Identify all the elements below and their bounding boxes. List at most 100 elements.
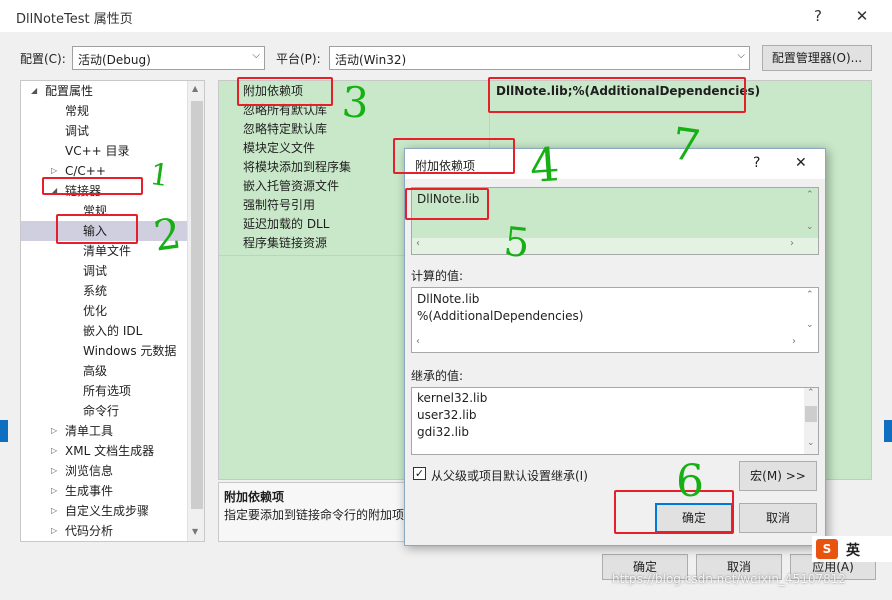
sogou-logo-icon: S: [816, 539, 838, 559]
checkmark-icon: ✓: [414, 467, 425, 480]
ime-indicator[interactable]: S 英: [812, 536, 892, 562]
scroll-down-icon[interactable]: ⌄: [807, 438, 815, 448]
chevron-down-icon: ⌵: [252, 50, 260, 61]
annotation-number: 4: [528, 137, 562, 193]
macro-button[interactable]: 宏(M) >>: [739, 461, 817, 491]
expand-arrow-icon[interactable]: ▷: [51, 441, 57, 461]
tree-scroll-thumb[interactable]: [191, 101, 203, 509]
scroll-right-icon[interactable]: ›: [792, 336, 796, 347]
tree-item[interactable]: 调试: [83, 261, 107, 281]
scroll-left-icon[interactable]: ‹: [416, 238, 420, 249]
dialog-close-button[interactable]: ✕: [795, 155, 807, 171]
collapse-arrow-icon[interactable]: ◢: [31, 81, 37, 101]
annotation-number: 6: [676, 456, 704, 507]
inherited-scroll-thumb[interactable]: [805, 406, 817, 422]
tree-item[interactable]: ▷ XML 文档生成器: [51, 441, 155, 461]
scroll-left-icon[interactable]: ‹: [416, 336, 420, 347]
inherit-checkbox-label[interactable]: 从父级或项目默认设置继承(I): [431, 467, 588, 484]
watermark-text: https://blog.csdn.net/weixin_45107812: [612, 572, 847, 586]
tree-item-label: 清单工具: [65, 424, 114, 438]
expand-arrow-icon[interactable]: ▷: [51, 481, 57, 501]
annotation-number: 3: [340, 77, 371, 128]
grid-row-name: 忽略特定默认库: [243, 122, 328, 136]
edit-hscrollbar[interactable]: ‹ ›: [412, 238, 818, 254]
background-window-strip: [884, 420, 892, 442]
text-line: gdi32.lib: [417, 425, 469, 439]
description-title: 附加依赖项: [224, 490, 285, 504]
grid-row-name: 程序集链接资源: [243, 236, 328, 250]
tree-item[interactable]: 所有选项: [83, 381, 131, 401]
config-value: 活动(Debug): [78, 53, 151, 67]
tree-item[interactable]: VC++ 目录: [65, 141, 130, 161]
chevron-down-icon: ⌵: [737, 50, 745, 61]
tree-item[interactable]: Windows 元数据: [83, 341, 176, 361]
help-button[interactable]: ?: [798, 2, 838, 30]
tree-item-label: 嵌入的 IDL: [83, 324, 143, 338]
tree-item[interactable]: 系统: [83, 281, 107, 301]
tree-item-label: 常规: [65, 104, 90, 118]
tree-item-label: 命令行: [83, 404, 120, 418]
text-line: DllNote.lib: [417, 292, 480, 306]
tree-item-label: 浏览信息: [65, 464, 114, 478]
close-button[interactable]: ✕: [842, 2, 882, 30]
tree-item[interactable]: ◢ 配置属性: [31, 81, 93, 101]
description-text: 指定要添加到链接命令行的附加项,: [224, 508, 408, 522]
platform-combo[interactable]: 活动(Win32) ⌵: [329, 46, 750, 70]
expand-arrow-icon[interactable]: ▷: [51, 521, 57, 541]
tree-item-label: 清单文件: [83, 244, 132, 258]
tree-item[interactable]: ▷ 生成事件: [51, 481, 114, 501]
text-line: %(AdditionalDependencies): [417, 309, 584, 323]
highlight-box-linker: [42, 177, 143, 195]
grid-row-name: 嵌入托管资源文件: [243, 179, 340, 193]
grid-row-name: 模块定义文件: [243, 141, 316, 155]
tree-item[interactable]: ▷ 浏览信息: [51, 461, 114, 481]
tree-item[interactable]: 嵌入的 IDL: [83, 321, 142, 341]
tree-item[interactable]: 命令行: [83, 401, 119, 421]
annotation-number: 5: [501, 218, 532, 268]
expand-arrow-icon[interactable]: ▷: [51, 461, 57, 481]
platform-label: 平台(P):: [276, 52, 321, 66]
tree-item[interactable]: 调试: [65, 121, 89, 141]
tree-item[interactable]: 常规: [65, 101, 89, 121]
grid-row-name: 延迟加载的 DLL: [243, 217, 330, 231]
scroll-up-icon[interactable]: ⌃: [807, 388, 815, 398]
tree-item-label: 所有选项: [83, 384, 132, 398]
tree-item-label: 调试: [83, 264, 108, 278]
scroll-right-icon[interactable]: ›: [790, 238, 794, 249]
tree-item-label: 生成事件: [65, 484, 114, 498]
tree-item[interactable]: ▷ 自定义生成步骤: [51, 501, 149, 521]
config-manager-button[interactable]: 配置管理器(O)...: [762, 45, 872, 71]
config-combo[interactable]: 活动(Debug) ⌵: [72, 46, 265, 70]
window-title: DllNoteTest 属性页: [16, 12, 133, 27]
tree-item-label: XML 文档生成器: [65, 444, 155, 458]
expand-arrow-icon[interactable]: ▷: [51, 501, 57, 521]
grid-row-name: 强制符号引用: [243, 198, 316, 212]
dialog-help-button[interactable]: ?: [753, 155, 760, 171]
expand-arrow-icon[interactable]: ▷: [51, 421, 57, 441]
tree-item[interactable]: 优化: [83, 301, 107, 321]
tree-item[interactable]: ▷ 清单工具: [51, 421, 114, 441]
scroll-up-icon[interactable]: ▲: [192, 84, 198, 93]
tree-scrollbar[interactable]: ▲ ▼: [187, 81, 204, 541]
tree-item[interactable]: 清单文件: [83, 241, 131, 261]
property-tree: ◢ 配置属性 常规 调试 VC++ 目录 ▷ C/C++ ◢ 链接器 常规 输入 清单文件 调试 系统 优化…: [20, 80, 205, 542]
scroll-down-icon[interactable]: ⌄: [806, 222, 814, 232]
tree-item-label: 系统: [83, 284, 108, 298]
scroll-up-icon[interactable]: ⌃: [806, 190, 814, 200]
dialog-cancel-button[interactable]: 取消: [739, 503, 817, 533]
tree-item-label: Windows 元数据: [83, 344, 177, 358]
computed-values-box: DllNote.lib %(AdditionalDependencies) ⌃ ⌄…: [411, 287, 819, 353]
tree-item-label: 调试: [65, 124, 90, 138]
inherit-checkbox[interactable]: ✓: [413, 467, 426, 480]
scroll-up-icon[interactable]: ⌃: [806, 290, 814, 300]
tree-item[interactable]: 高级: [83, 361, 107, 381]
background-window-strip: [0, 420, 8, 442]
tree-item-label: 代码分析: [65, 524, 114, 538]
scroll-down-icon[interactable]: ⌄: [806, 320, 814, 330]
ime-mode-text: 英: [846, 543, 860, 559]
inherited-vscrollbar[interactable]: ⌃ ⌄: [804, 388, 818, 454]
highlight-box-ok: [614, 490, 734, 534]
tree-item[interactable]: ▷ 代码分析: [51, 521, 114, 541]
scroll-down-icon[interactable]: ▼: [192, 527, 198, 536]
highlight-box-dialog-title: [393, 138, 515, 174]
